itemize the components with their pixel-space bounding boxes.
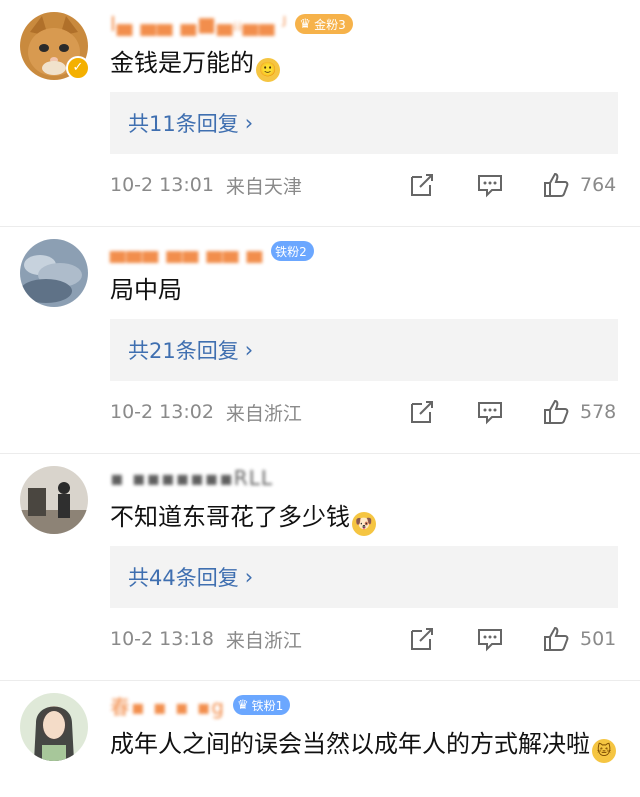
comment-location: 来自浙江 <box>225 402 302 425</box>
avatar[interactable] <box>20 693 88 761</box>
like-icon[interactable] <box>542 171 570 199</box>
comment-body: 局中局 <box>110 276 182 304</box>
comment-text: 金钱是万能的 🙂 <box>110 44 620 82</box>
like-count: 501 <box>580 628 617 650</box>
fan-badge-label: 金粉3 <box>314 17 346 32</box>
username[interactable]: ▄▄▄ ▄▄ ▄▄ ▄ <box>110 239 263 263</box>
chevron-right-icon: › <box>244 565 254 589</box>
reply-link[interactable]: 共21条回复 › <box>110 319 618 381</box>
share-icon[interactable] <box>408 171 436 199</box>
chevron-right-icon: › <box>244 111 254 135</box>
username[interactable]: 春▪ ▪ ▪ ▪g <box>110 691 225 720</box>
comment-body: 金钱是万能的 <box>110 49 254 77</box>
chevron-right-icon: › <box>244 338 254 362</box>
comment-icon[interactable] <box>476 625 504 653</box>
reply-count-label: 共44条回复 <box>128 566 239 590</box>
fan-badge-label: 铁粉1 <box>251 698 284 713</box>
comment-item: 春▪ ▪ ▪ ▪g ♛ 铁粉1 成年人之间的误会当然以成年人的方式解决啦 🐱 <box>0 680 640 797</box>
comment-item: ▪ ▪▪▪▪▪▪▪RLL 不知道东哥花了多少钱 🐶 共44条回复 › 10-2 1… <box>0 453 640 680</box>
avatar[interactable] <box>20 239 88 307</box>
username[interactable]: I▄ ▄▄ ▄■▄ᵢᵢ▄▄ ᴶ <box>110 12 287 36</box>
reply-link[interactable]: 共44条回复 › <box>110 546 618 608</box>
comment-body: 成年人之间的误会当然以成年人的方式解决啦 <box>110 730 590 758</box>
avatar[interactable] <box>20 466 88 534</box>
fan-badge-label: 铁粉2 <box>275 244 307 259</box>
like-icon[interactable] <box>542 625 570 653</box>
comment-icon[interactable] <box>476 398 504 426</box>
share-icon[interactable] <box>408 625 436 653</box>
reply-count-label: 共21条回复 <box>128 339 239 363</box>
comment-icon[interactable] <box>476 171 504 199</box>
like-count: 764 <box>580 174 617 196</box>
reply-link[interactable]: 共11条回复 › <box>110 92 618 154</box>
fan-badge: ♛ 铁粉1 <box>233 695 291 715</box>
comment-location: 来自天津 <box>225 175 302 198</box>
comment-item: ✓ I▄ ▄▄ ▄■▄ᵢᵢ▄▄ ᴶ ♛ 金粉3 金钱是万能的 🙂 共11条回复 ›… <box>0 0 640 226</box>
comment-text: 成年人之间的误会当然以成年人的方式解决啦 🐱 <box>110 725 620 763</box>
comment-text: 不知道东哥花了多少钱 🐶 <box>110 498 620 536</box>
like-count: 578 <box>580 401 617 423</box>
crown-icon: ♛ <box>299 16 312 32</box>
share-icon[interactable] <box>408 398 436 426</box>
comment-time: 10-2 13:18 <box>110 628 214 650</box>
smile-emoji-icon: 🙂 <box>256 58 280 82</box>
comment-time: 10-2 13:01 <box>110 174 214 196</box>
crown-icon: ♛ <box>237 697 249 713</box>
verified-badge-icon: ✓ <box>66 56 90 80</box>
comment-body: 不知道东哥花了多少钱 <box>110 503 350 531</box>
reply-count-label: 共11条回复 <box>128 112 239 136</box>
comment-text: 局中局 <box>110 271 620 309</box>
like-icon[interactable] <box>542 398 570 426</box>
comment-time: 10-2 13:02 <box>110 401 214 423</box>
fan-badge: ♛ 金粉3 <box>295 14 353 34</box>
dog-emoji-icon: 🐶 <box>352 512 376 536</box>
username[interactable]: ▪ ▪▪▪▪▪▪▪RLL <box>110 466 273 490</box>
comment-item: ▄▄▄ ▄▄ ▄▄ ▄ 铁粉2 局中局 共21条回复 › 10-2 13:02 … <box>0 226 640 453</box>
comment-location: 来自浙江 <box>225 629 302 652</box>
fan-badge: 铁粉2 <box>271 241 314 261</box>
cat-emoji-icon: 🐱 <box>592 739 616 763</box>
